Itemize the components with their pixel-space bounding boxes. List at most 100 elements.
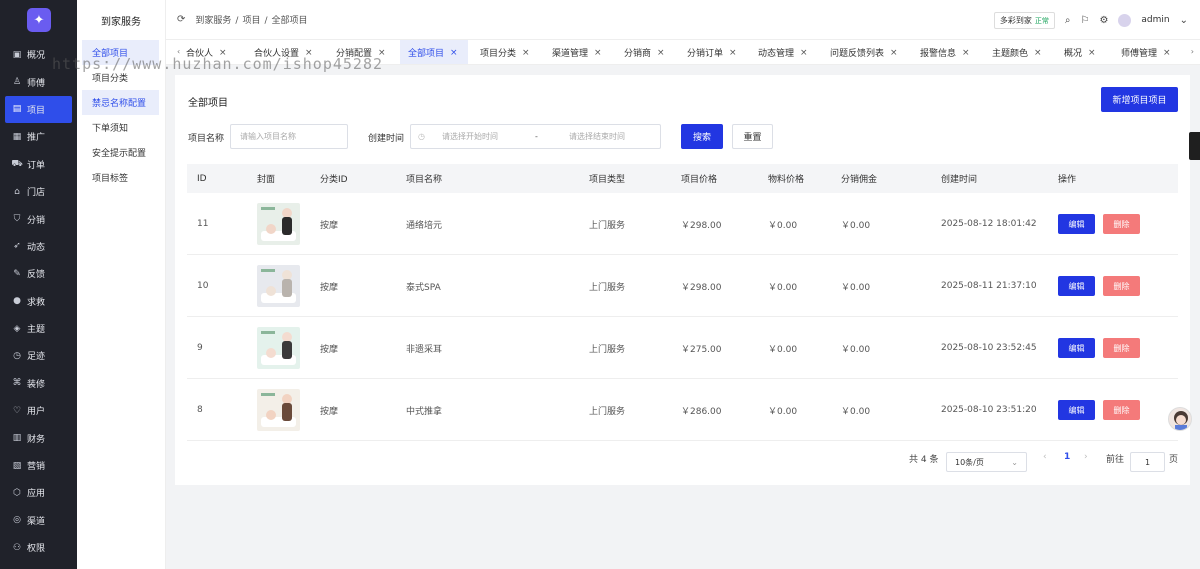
top-right: 多彩到家 正常 ⌕ ⚐ ⚙ admin ⌄ [993,0,1188,40]
close-icon[interactable]: × [1088,48,1096,58]
column-header: 分销佣金 [841,175,878,185]
edit-button[interactable]: 编辑 [1058,400,1095,420]
sidebar-item-3[interactable]: ▦ 推广 [0,123,77,150]
tab-item[interactable]: 渠道管理 × [544,40,610,64]
prev-page-icon[interactable]: ‹ [1043,452,1047,462]
tab-item[interactable]: 分销订单 × [679,40,745,64]
close-icon[interactable]: × [522,48,530,58]
close-icon[interactable]: × [800,48,808,58]
sidebar-item-4[interactable]: ⛟ 订单 [0,151,77,178]
send-icon: ➶ [13,241,21,252]
sidebar-item-17[interactable]: ◎ 渠道 [0,507,77,534]
edit-button[interactable]: 编辑 [1058,338,1095,358]
project-name-input[interactable]: 请输入项目名称 [230,124,348,149]
edit-button[interactable]: 编辑 [1058,214,1095,234]
site-badge[interactable]: 多彩到家 正常 [993,11,1055,29]
sidebar-item-14[interactable]: ▥ 财务 [0,424,77,451]
sidebar-item-7[interactable]: ➶ 动态 [0,233,77,260]
tab-item[interactable]: 分销商 × [616,40,673,64]
sidebar-item-2[interactable]: ▤ 项目 [5,95,72,124]
tab-label: 师傅管理 [1121,49,1158,59]
reset-button[interactable]: 重置 [732,124,773,149]
cell-price: ￥286.00 [681,406,722,417]
date-range-picker[interactable]: ◷ 请选择开始时间 - 请选择结束时间 [410,124,661,149]
sidebar-item-label: 足迹 [27,352,46,363]
sidebar-item-9[interactable]: ● 求救 [0,288,77,315]
tab-item[interactable]: 全部项目 × [400,40,468,64]
side-float-bar[interactable] [1189,132,1200,160]
sidebar-item-10[interactable]: ◈ 主题 [0,315,77,342]
breadcrumb-sep: / [235,16,239,26]
search-icon[interactable]: ⌕ [1065,15,1071,26]
sidebar-item-16[interactable]: ⬡ 应用 [0,479,77,506]
sidebar-item-5[interactable]: ⌂ 门店 [0,178,77,205]
tab-item[interactable]: 项目分类 × [472,40,538,64]
current-page[interactable]: 1 [1064,452,1070,462]
cell-category: 按摩 [320,220,339,231]
delete-button[interactable]: 删除 [1103,214,1140,234]
column-header: 项目名称 [406,175,443,185]
cover-image [257,265,300,307]
breadcrumb: 到家服务 / 项目 / 全部项目 [195,13,307,26]
chevron-down-icon: ⌄ [1011,457,1018,467]
sidebar-item-11[interactable]: ◷ 足迹 [0,342,77,369]
sidebar-item-18[interactable]: ⚇ 权限 [0,534,77,561]
close-icon[interactable]: × [729,48,737,58]
sidebar-item-15[interactable]: ▧ 营销 [0,452,77,479]
cell-commission: ￥0.00 [841,282,871,293]
sidebar-item-label: 门店 [27,188,46,199]
avatar[interactable] [1118,13,1132,27]
finance-icon: ▥ [12,433,22,444]
close-icon[interactable]: × [657,48,665,58]
sidebar-item-label: 动态 [27,242,46,253]
next-page-icon[interactable]: › [1084,452,1088,462]
refresh-icon[interactable]: ⟳ [177,14,185,25]
cell-name: 中式推拿 [406,406,443,417]
close-icon[interactable]: × [890,48,898,58]
notification-icon[interactable]: ⚐ [1080,15,1089,26]
sidebar-item-6[interactable]: ⛉ 分销 [0,205,77,232]
sidebar-item-8[interactable]: ✎ 反馈 [0,260,77,287]
close-icon[interactable]: × [594,48,602,58]
start-date-placeholder[interactable]: 请选择开始时间 [442,131,498,142]
tab-item[interactable]: 动态管理 × [750,40,816,64]
tab-label: 动态管理 [758,49,795,59]
close-icon[interactable]: × [450,48,458,58]
subnav-item[interactable]: 安全提示配置 [82,140,159,165]
edit-button[interactable]: 编辑 [1058,276,1095,296]
tab-item[interactable]: 问题反馈列表 × [822,40,906,64]
sidebar-item-13[interactable]: ♡ 用户 [0,397,77,424]
close-icon[interactable]: × [1163,48,1171,58]
page-size-select[interactable]: 10条/页 ⌄ [946,452,1027,472]
user-name[interactable]: admin [1141,15,1169,25]
close-icon[interactable]: × [962,48,970,58]
close-icon[interactable]: × [1034,48,1042,58]
delete-button[interactable]: 删除 [1103,338,1140,358]
gear-icon[interactable]: ⚙ [1099,15,1108,26]
cover-image [257,203,300,245]
search-button[interactable]: 搜索 [681,124,723,149]
breadcrumb-item[interactable]: 项目 [242,16,260,26]
add-project-button[interactable]: 新增项目项目 [1101,87,1178,112]
subnav-item[interactable]: 禁忌名称配置 [82,90,159,115]
breadcrumb-item[interactable]: 到家服务 [195,16,231,26]
delete-button[interactable]: 删除 [1103,400,1140,420]
time-label: 创建时间 [368,134,405,144]
chevron-right-icon[interactable]: › [1191,47,1194,56]
delete-button[interactable]: 删除 [1103,276,1140,296]
subnav-item[interactable]: 下单须知 [82,115,159,140]
tab-item[interactable]: 报警信息 × [912,40,978,64]
sidebar-item-12[interactable]: ⌘ 装修 [0,370,77,397]
tab-item[interactable]: 概况 × [1056,40,1104,64]
subnav-item[interactable]: 项目标签 [82,165,159,190]
tab-item[interactable]: 主题颜色 × [984,40,1050,64]
chevron-down-icon[interactable]: ⌄ [1180,15,1188,26]
end-date-placeholder[interactable]: 请选择结束时间 [569,131,625,142]
sidebar-item-label: 项目 [27,105,46,116]
page-suffix: 页 [1169,455,1179,465]
tab-item[interactable]: 师傅管理 × [1113,40,1179,64]
goto-page-input[interactable]: 1 [1130,452,1165,472]
assistant-avatar[interactable] [1168,407,1192,431]
feedback-icon: ✎ [13,268,21,279]
puzzle-icon[interactable]: ✦ [27,8,51,32]
